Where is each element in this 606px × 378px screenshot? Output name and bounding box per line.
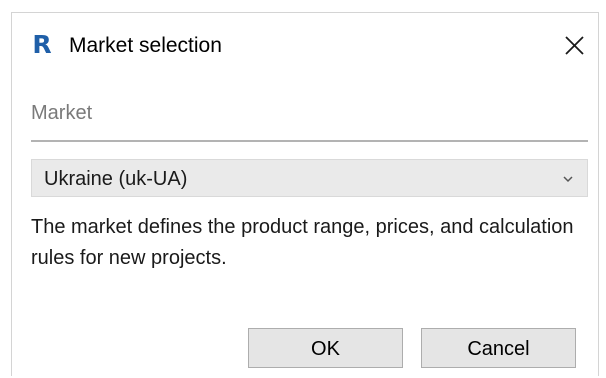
- title-bar: R Market selection: [12, 13, 598, 77]
- cancel-button[interactable]: Cancel: [421, 328, 576, 368]
- chevron-down-icon: [563, 176, 573, 183]
- dialog-title: Market selection: [69, 34, 222, 57]
- market-description: The market defines the product range, pr…: [31, 216, 574, 269]
- close-icon: [565, 36, 584, 55]
- market-section-label: Market: [31, 102, 93, 124]
- market-dropdown-value: Ukraine (uk-UA): [44, 168, 188, 190]
- app-logo-icon: R: [32, 30, 52, 59]
- section-divider: [31, 140, 588, 142]
- close-button[interactable]: [562, 29, 588, 59]
- market-selection-dialog: R Market selection Market Ukraine (uk-UA…: [11, 12, 599, 376]
- market-dropdown[interactable]: Ukraine (uk-UA): [31, 159, 588, 197]
- ok-button[interactable]: OK: [248, 328, 403, 368]
